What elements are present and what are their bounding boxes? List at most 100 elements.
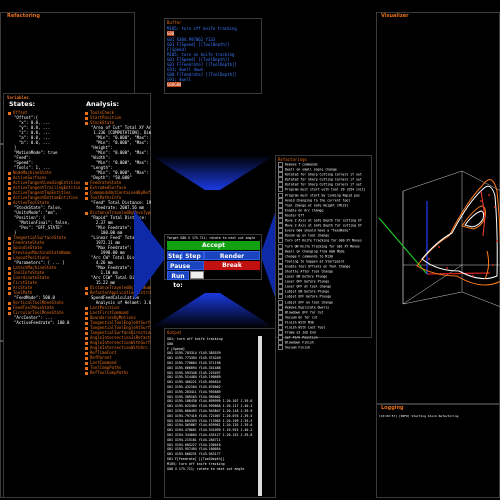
run-to-button[interactable]: Run to: (167, 271, 189, 289)
buffer-list: M105; turn off knife tracking G00 G01 X304… (167, 26, 259, 88)
refactoring-item-text: Remove T commands (285, 162, 318, 167)
refactoring-item[interactable]: Turn off Knife Tracking for G00 XY Moves (278, 238, 370, 244)
output-line-text: G01 X194.565867 Y144.639961 I-20.135 J-3… (167, 423, 253, 428)
refactoring-item[interactable]: Turn ON Knife Tracking for G01 XY Moves (278, 243, 370, 249)
output-line-text: G01 X194.478601 Y144.531099 I-19.915 J-4… (167, 428, 253, 433)
output-line-text: G01 X195.432164 Y145.076002 (167, 384, 221, 389)
output-panel-title: Output (167, 330, 182, 335)
side-funnel-graphic (134, 210, 164, 300)
output-line-text: G01 X195.283411 Y144.995889 (167, 389, 221, 394)
states-code-block: "Offset":{ "x": 0.0, ... "y": 0.0, ... "… (8, 115, 80, 170)
square-icon (85, 196, 88, 200)
analysis-code-block: "Area of Cut" Total XY Area: 1.236 [COMP… (85, 125, 151, 180)
refactoring-item[interactable]: Program must start with tool Z0 (G54 ini… (278, 187, 370, 193)
refactoring-item-text: Move Z Axis at Safe Depth for cutting XY (285, 223, 362, 228)
buffer-line-text: M105; turn off knife tracking (167, 26, 237, 31)
refactoring-item-text: Router Off (285, 213, 305, 218)
output-line-text: G01 F[Feedrate] [[ToolDepth]] (167, 456, 225, 461)
refactoring-item-text: Blowdown Finish (285, 340, 314, 345)
visualizer-panel-title: Visualizer (381, 13, 409, 19)
refactorings-list: Remove T commands Dwell on small angle ch… (278, 162, 370, 351)
buffer-line-text: G00 (174, 82, 182, 87)
toolpath (416, 179, 500, 286)
logging-panel-title: Logging (381, 405, 404, 411)
buffer-line[interactable]: G00 (167, 31, 175, 36)
output-line-text: G01 X194.085227 Y144.236010 (167, 442, 221, 447)
analysis-code-block: "Feed" Total Distance: 1997.44 feedrate:… (85, 200, 151, 210)
buffer-panel: Buffer M105; turn off knife tracking G00 G… (164, 18, 262, 94)
output-line-text: G01 X193.957494 Y144.160054 (167, 447, 221, 452)
funnel-graphic (150, 155, 275, 190)
output-line-text: G01 X195.773394 Y145.374249 (167, 356, 221, 361)
states-list: VerticalToolMoveState FeedToolMoveState Ci… (8, 300, 80, 315)
refactoring-item-text: Lubjet OFF on tool change (285, 300, 333, 305)
output-line-text: G01 X194.797416 Y144.721007 I-20.076 J-3… (167, 413, 253, 418)
output-line-text: G01 X193.868231 Y143.943177 (167, 452, 221, 457)
refactoring-item-text: Shuttle After Tool Change (285, 269, 333, 274)
refactoring-item-text: Remove Duplicate Dwells (285, 305, 330, 310)
refactoring-item-text: Lubjet OFF before Plunge (285, 294, 332, 299)
output-line-text: G01 X195.000493 Y144.943847 I-20.118 J-3… (167, 408, 253, 413)
square-icon (8, 291, 11, 295)
code-line-text: "Pos": "OFF_STATE" (14, 225, 63, 230)
render-button[interactable]: Render (204, 251, 260, 260)
buffer-line[interactable]: G00 (174, 82, 182, 87)
break-button[interactable]: Break (204, 261, 260, 270)
toolpath-points (428, 194, 498, 277)
target-label: Target G00 X 175.711; rotate to next cut… (167, 236, 256, 240)
states-list: LatestMachineState ToolInfoState Coordinat… (8, 265, 80, 295)
states-code-block: "StockState": false, "UnitsMode": "mm", "P… (8, 205, 80, 235)
refactoring-item[interactable]: Vacuum Finish (278, 345, 370, 351)
accept-button[interactable]: Accept (167, 241, 260, 250)
refactoring-item-text: Avoid Changing to the current tool (285, 198, 351, 203)
output-line-text: G01; turn off knife tracking (167, 337, 223, 341)
log-line: [10:02:57] [INFO] Starting block Refacto… (379, 414, 497, 418)
refactorings-panel: Refactorings Remove T commands Dwell on s… (275, 155, 372, 351)
output-line-text: G00 (167, 341, 173, 346)
refactoring-item[interactable]: Program must start by linking Rapid pos (278, 192, 370, 198)
analysis-list: ToolsCheck StartPosition StockState (85, 110, 151, 125)
refactoring-item-text: Every G00 should have a "FeedRate" (285, 228, 351, 233)
output-scrollbar[interactable] (258, 336, 262, 496)
side-funnel-graphic (262, 210, 276, 300)
output-line-text: G01 X195.025484 Y144.999868 I-20.117 J-4… (167, 404, 253, 409)
square-icon (8, 256, 11, 260)
output-line-text: G01 X194.215101 Y144.284711 (167, 437, 221, 442)
states-list: TangentialSurfaceState FeedrateState Spind… (8, 235, 80, 260)
code-line-text: "b": 0.0, ... (14, 140, 51, 145)
funnel-graphic (150, 293, 275, 328)
toolpath-viewport[interactable] (377, 21, 500, 405)
checkbox-icon[interactable] (278, 345, 283, 351)
refactoring-item-text: Finish With M30 (285, 320, 314, 325)
buffer-line[interactable]: M105; turn off knife tracking (167, 26, 259, 31)
refactoring-item-text: Blowdown OFF for Cut (285, 310, 324, 315)
refactoring-item-text: Finish With Last Tool (285, 325, 326, 330)
pause-button[interactable]: Pause (167, 261, 204, 270)
output-line-text: G01 X195.783314 Y145.385539 (167, 351, 221, 356)
buffer-line[interactable]: G00 (167, 82, 175, 87)
states-column: Offset "Offset":{ "x": 0.0, ... "y": 0.0… (8, 110, 80, 325)
refactoring-item-text: Dwell on small angle change (285, 167, 337, 172)
step-all-button[interactable]: Step All (182, 251, 204, 269)
square-icon (85, 121, 88, 125)
buffer-line-text: G00 (167, 82, 175, 87)
refactoring-item-text: Dwell on Changing from G00 Mode (285, 249, 345, 254)
square-icon (85, 291, 88, 295)
step-button[interactable]: Step (167, 251, 184, 260)
analysis-item[interactable]: RefToolCompPaths (85, 370, 151, 375)
refactoring-item-text: Vacuum On for cut (285, 315, 318, 320)
output-line-text: G01 X195.514484 Y145.190689 (167, 375, 221, 380)
square-icon (8, 311, 11, 315)
refactoring-item-text: Program must start by linking Rapid pos (285, 193, 360, 198)
output-line-text: G01 X195.309163 Y144.985082 (167, 394, 221, 399)
run-to-input[interactable] (190, 271, 204, 279)
refactoring-panel-title: Refactoring (7, 13, 40, 19)
square-icon (8, 201, 11, 205)
refactoring-item-text: Rotated for Sharp Cutting Corners if set (285, 172, 362, 177)
output-line-text: G00 X 175.711; rotate to next cut angle (167, 466, 245, 471)
square-icon (85, 211, 88, 215)
logging-list: [10:02:57] [INFO] Starting block Refacto… (379, 414, 497, 418)
visualizer-panel: Visualizer (376, 12, 500, 404)
refactoring-item-text: Tooling to happen at Startpoint (285, 259, 345, 264)
refactoring-item-text: Tool change at Safe Height (M123) (285, 203, 349, 208)
